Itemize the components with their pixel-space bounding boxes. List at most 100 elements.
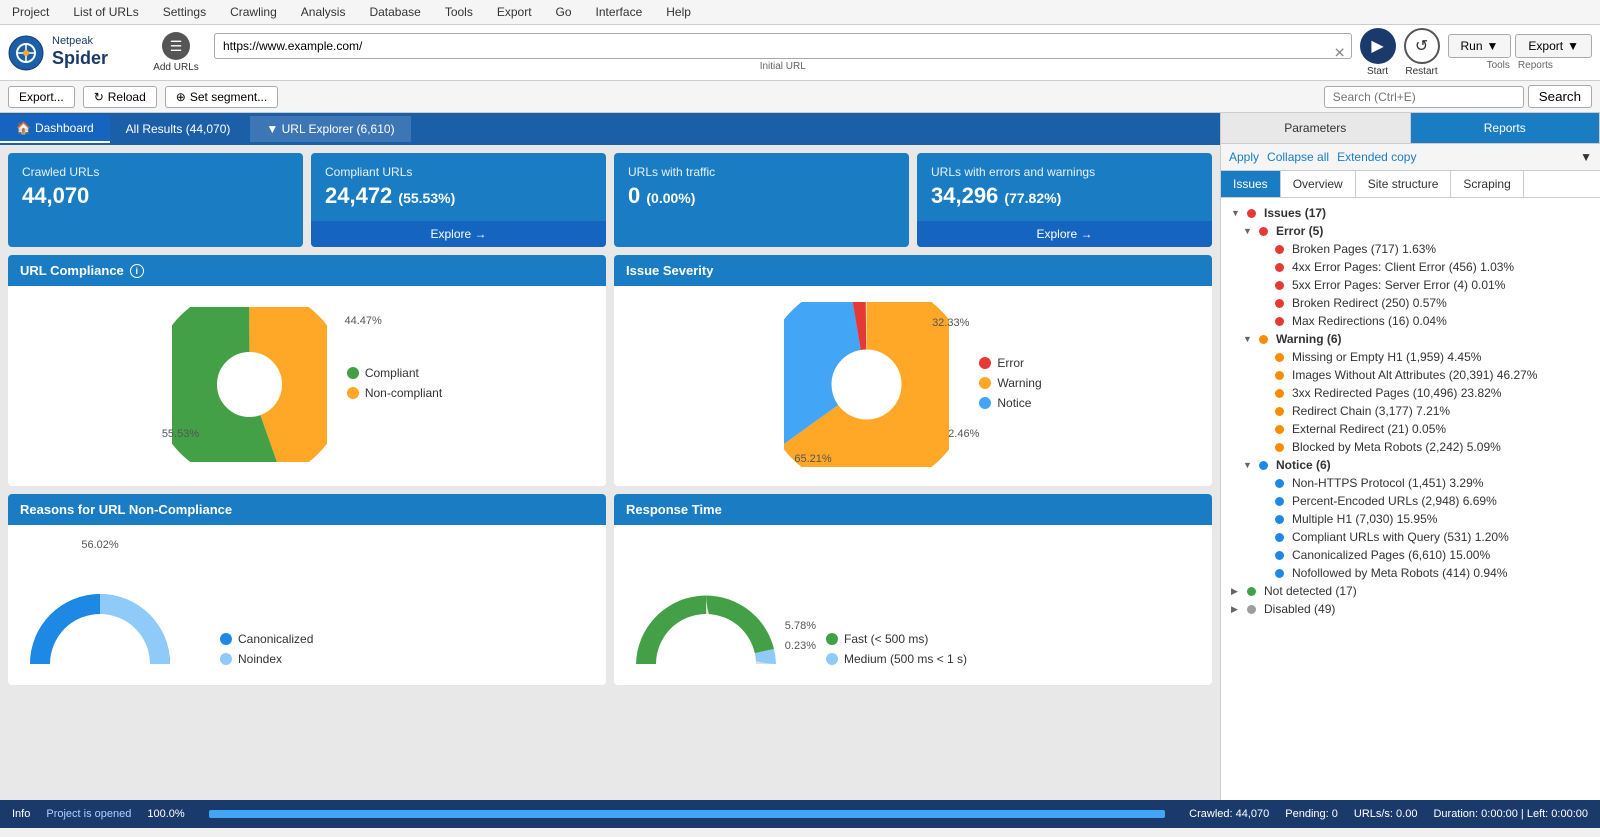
issue-tab-scraping[interactable]: Scraping (1451, 171, 1523, 197)
tree-dot-icon (1275, 299, 1284, 308)
export-toolbar-button[interactable]: Export... (8, 86, 75, 108)
search-input[interactable] (1324, 86, 1524, 108)
stat-compliant-urls: Compliant URLs 24,472 (55.53%) Explore → (311, 153, 606, 247)
tree-dot-icon (1259, 335, 1268, 344)
tab-url-explorer[interactable]: ▼ URL Explorer (6,610) (250, 116, 410, 142)
tree-label: Compliant URLs with Query (531) 1.20% (1292, 530, 1509, 544)
explore-errors-button[interactable]: Explore → (917, 221, 1212, 247)
menu-database[interactable]: Database (365, 3, 424, 21)
add-urls-button[interactable]: ☰ Add URLs (146, 32, 206, 73)
tree-item[interactable]: Compliant URLs with Query (531) 1.20% (1227, 528, 1594, 546)
menu-export[interactable]: Export (493, 3, 536, 21)
url-clear-icon[interactable]: ✕ (1334, 44, 1346, 61)
severity-label-mid: 2.46% (948, 428, 979, 440)
search-button[interactable]: Search (1528, 85, 1592, 108)
set-segment-button[interactable]: ⊕ Set segment... (165, 86, 278, 108)
duration-left: Duration: 0:00:00 | Left: 0:00:00 (1433, 808, 1588, 820)
status-info: Info (12, 808, 30, 820)
menu-go[interactable]: Go (552, 3, 576, 21)
tree-arrow-icon: ▼ (1231, 208, 1243, 218)
url-input[interactable] (214, 33, 1352, 59)
run-button[interactable]: Run ▼ (1448, 34, 1512, 58)
tab-dashboard[interactable]: 🏠 Dashboard (0, 115, 110, 143)
tree-item[interactable]: Images Without Alt Attributes (20,391) 4… (1227, 366, 1594, 384)
tree-item[interactable]: Canonicalized Pages (6,610) 15.00% (1227, 546, 1594, 564)
logo-text: Netpeak Spider (52, 35, 108, 70)
panel-tab-parameters[interactable]: Parameters (1221, 113, 1411, 143)
response-label1: 5.78% (785, 620, 816, 632)
tree-dot-icon (1259, 227, 1268, 236)
restart-button[interactable]: ↺ Restart (1404, 28, 1440, 77)
toolbar: Export... ↻ Reload ⊕ Set segment... Sear… (0, 81, 1600, 113)
tree-item[interactable]: Missing or Empty H1 (1,959) 4.45% (1227, 348, 1594, 366)
tree-item[interactable]: ▼Error (5) (1227, 222, 1594, 240)
tree-label: Missing or Empty H1 (1,959) 4.45% (1292, 350, 1481, 364)
tree-item[interactable]: Max Redirections (16) 0.04% (1227, 312, 1594, 330)
menu-analysis[interactable]: Analysis (297, 3, 350, 21)
reload-button[interactable]: ↻ Reload (83, 86, 157, 108)
issue-tab-overview[interactable]: Overview (1281, 171, 1356, 197)
tree-arrow-icon: ▼ (1243, 226, 1255, 236)
tree-dot-icon (1275, 551, 1284, 560)
info-icon: i (130, 264, 144, 278)
tree-item[interactable]: Percent-Encoded URLs (2,948) 6.69% (1227, 492, 1594, 510)
tree-item[interactable]: 3xx Redirected Pages (10,496) 23.82% (1227, 384, 1594, 402)
tree-item[interactable]: Blocked by Meta Robots (2,242) 5.09% (1227, 438, 1594, 456)
tree-item[interactable]: ▼Issues (17) (1227, 204, 1594, 222)
tree-item[interactable]: ▼Notice (6) (1227, 456, 1594, 474)
apply-button[interactable]: Apply (1229, 150, 1259, 164)
add-urls-icon: ☰ (162, 32, 190, 60)
menu-tools[interactable]: Tools (441, 3, 477, 21)
tree-item[interactable]: 4xx Error Pages: Client Error (456) 1.03… (1227, 258, 1594, 276)
segment-icon: ⊕ (176, 90, 186, 104)
tree-dot-icon (1275, 245, 1284, 254)
explore-compliant-button[interactable]: Explore → (311, 221, 606, 247)
logo-area: Netpeak Spider (8, 35, 138, 71)
tree-item[interactable]: Broken Pages (717) 1.63% (1227, 240, 1594, 258)
tree-label: 4xx Error Pages: Client Error (456) 1.03… (1292, 260, 1514, 274)
tree-item[interactable]: Nofollowed by Meta Robots (414) 0.94% (1227, 564, 1594, 582)
severity-label-bottom: 65.21% (794, 453, 831, 465)
export-header-button[interactable]: Export ▼ (1515, 34, 1592, 58)
dashboard-content: Crawled URLs 44,070 Compliant URLs 24,47… (0, 145, 1220, 800)
tree-label: Notice (6) (1276, 458, 1331, 472)
menu-settings[interactable]: Settings (159, 3, 210, 21)
tree-label: Multiple H1 (7,030) 15.95% (1292, 512, 1437, 526)
tree-item[interactable]: ▼Warning (6) (1227, 330, 1594, 348)
url-compliance-header: URL Compliance i (8, 255, 606, 286)
panel-actions: Apply Collapse all Extended copy ▼ (1221, 144, 1600, 171)
tree-item[interactable]: Multiple H1 (7,030) 15.95% (1227, 510, 1594, 528)
menu-help[interactable]: Help (662, 3, 695, 21)
response-label2: 0.23% (785, 640, 816, 652)
tree-label: Disabled (49) (1264, 602, 1335, 616)
panel-tab-reports[interactable]: Reports (1411, 113, 1600, 143)
warning-dot (979, 377, 991, 389)
tree-label: Warning (6) (1276, 332, 1342, 346)
charts-row-1: URL Compliance i (8, 255, 1212, 486)
tree-item[interactable]: 5xx Error Pages: Server Error (4) 0.01% (1227, 276, 1594, 294)
menu-crawling[interactable]: Crawling (226, 3, 281, 21)
menu-interface[interactable]: Interface (592, 3, 647, 21)
tree-dot-icon (1247, 605, 1256, 614)
tree-item[interactable]: External Redirect (21) 0.05% (1227, 420, 1594, 438)
panel-tabs: Parameters Reports (1221, 113, 1600, 144)
collapse-all-button[interactable]: Collapse all (1267, 150, 1329, 164)
tab-all-results[interactable]: All Results (44,070) (110, 116, 247, 142)
tree-item[interactable]: ▶Disabled (49) (1227, 600, 1594, 618)
tree-item[interactable]: ▶Not detected (17) (1227, 582, 1594, 600)
issue-tab-issues[interactable]: Issues (1221, 171, 1281, 197)
tree-label: Nofollowed by Meta Robots (414) 0.94% (1292, 566, 1507, 580)
issue-tab-site-structure[interactable]: Site structure (1356, 171, 1452, 197)
menu-project[interactable]: Project (8, 3, 53, 21)
content-area: 🏠 Dashboard All Results (44,070) ▼ URL E… (0, 113, 1220, 800)
tree-item[interactable]: Redirect Chain (3,177) 7.21% (1227, 402, 1594, 420)
non-compliant-dot (347, 387, 359, 399)
menu-list-of-urls[interactable]: List of URLs (69, 3, 142, 21)
legend-medium: Medium (500 ms < 1 s) (826, 652, 967, 666)
tree-item[interactable]: Non-HTTPS Protocol (1,451) 3.29% (1227, 474, 1594, 492)
extended-copy-button[interactable]: Extended copy (1337, 150, 1416, 164)
filter-icon: ▼ (266, 122, 278, 136)
tree-item[interactable]: Broken Redirect (250) 0.57% (1227, 294, 1594, 312)
panel-chevron-icon[interactable]: ▼ (1580, 150, 1592, 164)
start-button[interactable]: ▶ Start (1360, 28, 1396, 77)
